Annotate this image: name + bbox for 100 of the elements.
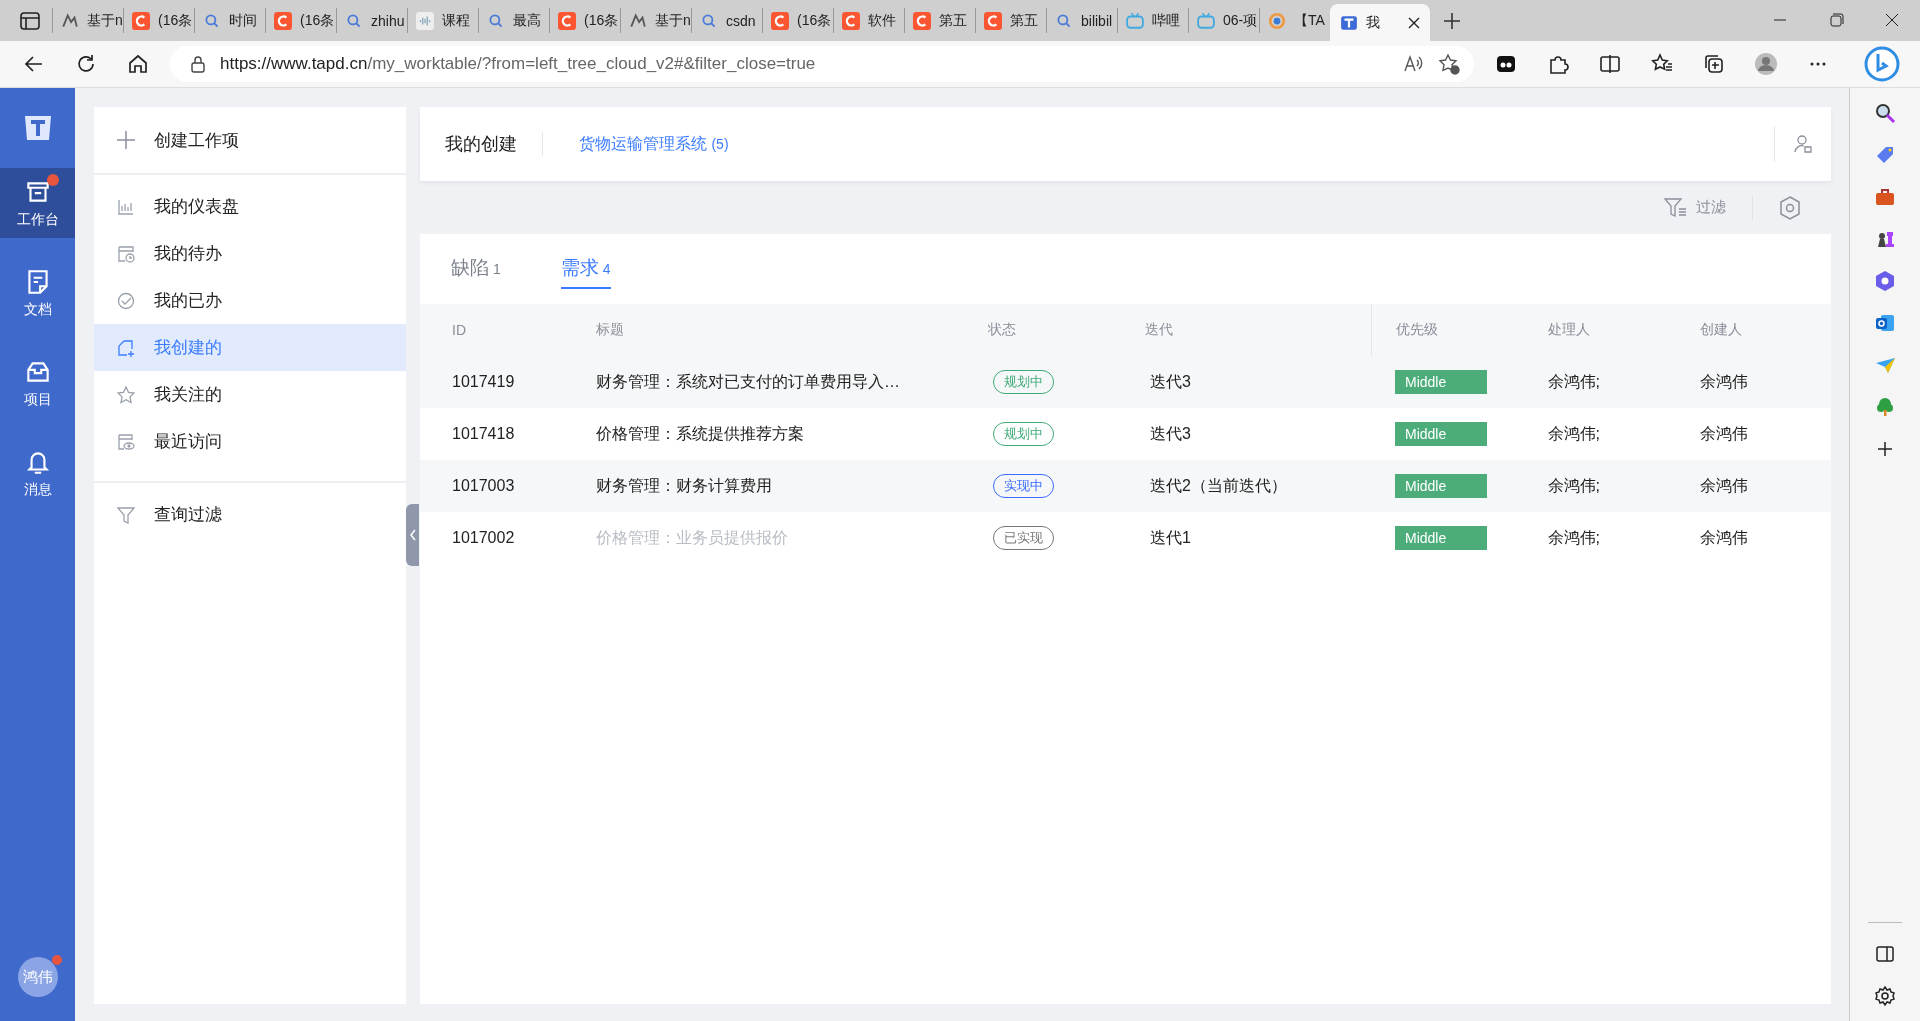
browser-tab[interactable]: (16条 <box>265 8 336 33</box>
star-icon <box>116 384 136 405</box>
nav-item[interactable]: 项目 <box>0 348 75 418</box>
sidebar-item[interactable]: 最近访问 <box>94 418 406 465</box>
collections-icon[interactable] <box>1703 53 1725 75</box>
sidebar-item[interactable]: 我的已办 <box>94 277 406 324</box>
c-logo-icon <box>274 11 292 30</box>
ring-logo-icon <box>1268 11 1286 30</box>
table-cell: 迭代2（当前迭代） <box>1144 460 1371 512</box>
c-logo-icon <box>984 11 1002 30</box>
priority-tag: Middle <box>1395 526 1487 550</box>
plus-icon <box>116 130 136 150</box>
table-cell: 1017003 <box>420 460 595 512</box>
lock-icon <box>190 55 206 73</box>
sidebar-item[interactable]: 我的仪表盘 <box>94 183 406 230</box>
eye-icon <box>116 431 136 452</box>
profile-avatar-icon[interactable] <box>1755 53 1777 75</box>
toolbox-icon[interactable] <box>1874 186 1896 208</box>
user-icon[interactable] <box>1793 134 1813 154</box>
c-logo-icon <box>913 11 931 30</box>
t-logo-icon <box>1340 13 1358 32</box>
browser-tab[interactable]: (16条 <box>123 8 194 33</box>
priority-tag: Middle <box>1395 370 1487 394</box>
table-cell: 余鸿伟 <box>1698 512 1831 564</box>
favorite-add-icon[interactable] <box>1438 53 1460 75</box>
funnel-icon <box>1664 196 1688 219</box>
home-icon[interactable] <box>127 53 149 75</box>
tab[interactable]: 缺陷 1 <box>451 249 501 289</box>
c-logo-icon <box>842 11 860 30</box>
clock-icon <box>116 243 136 264</box>
search-icon[interactable] <box>1874 102 1896 124</box>
browser-tab[interactable]: 我 <box>1330 4 1430 41</box>
project-link[interactable]: 货物运输管理系统 (5) <box>579 133 729 155</box>
puzzle-icon[interactable] <box>1547 53 1569 75</box>
browser-tab[interactable]: 哔哩 <box>1117 8 1188 33</box>
browser-tab[interactable]: csdn <box>691 8 762 33</box>
table-cell: 余鸿伟 <box>1698 356 1831 408</box>
table-cell: 迭代1 <box>1144 512 1371 564</box>
new-tab-icon[interactable] <box>1443 11 1461 30</box>
funnel-icon <box>116 504 136 525</box>
browser-tab[interactable]: bilibil <box>1046 8 1117 33</box>
mail-icon[interactable] <box>1874 312 1896 334</box>
column-header: 标题 <box>595 304 987 356</box>
c-logo-icon <box>771 11 789 30</box>
check-circle-icon <box>116 290 136 311</box>
table-cell: 迭代3 <box>1144 356 1371 408</box>
column-header: 创建人 <box>1698 304 1831 356</box>
browser-tab[interactable]: (16条 <box>549 8 620 33</box>
table-cell: 1017418 <box>420 408 595 460</box>
column-header: 状态 <box>987 304 1144 356</box>
split-screen-icon[interactable] <box>1599 53 1621 75</box>
collapse-handle[interactable] <box>406 503 419 566</box>
refresh-icon[interactable] <box>75 53 97 75</box>
tv-icon <box>1197 11 1215 30</box>
browser-tab[interactable]: (16条 <box>762 8 833 33</box>
browser-tab[interactable]: 软件 <box>833 8 904 33</box>
settings-icon[interactable] <box>1874 985 1896 1007</box>
table-cell: 1017419 <box>420 356 595 408</box>
nav-item[interactable]: 文档 <box>0 258 75 328</box>
browser-tab[interactable]: 时间 <box>194 8 265 33</box>
create-item-button[interactable]: 创建工作项 <box>94 107 406 175</box>
page-title: 我的创建 <box>445 132 543 156</box>
address-bar[interactable]: https://www.tapd.cn/my_worktable/?from=left_tree_cloud_v2#&filter_close=true <box>170 46 1474 82</box>
chevron-left-icon <box>408 528 417 541</box>
table-cell: 余鸿伟; <box>1546 356 1699 408</box>
priority-tag: Middle <box>1395 474 1487 498</box>
table-cell: 余鸿伟 <box>1698 408 1831 460</box>
sidebar-panel-icon[interactable] <box>1874 943 1896 965</box>
browser-tab[interactable]: zhihu <box>336 8 407 33</box>
item-title-link[interactable]: 价格管理：系统提供推荐方案 <box>596 424 804 442</box>
table-cell: 余鸿伟 <box>1698 460 1831 512</box>
nav-item[interactable]: 消息 <box>0 438 75 508</box>
c-logo-icon <box>132 11 150 30</box>
c-logo-icon <box>558 11 576 30</box>
close-icon[interactable] <box>1408 16 1420 29</box>
tab[interactable]: 需求 4 <box>560 249 611 289</box>
column-header: 处理人 <box>1546 304 1699 356</box>
extension-icon[interactable] <box>1495 53 1517 75</box>
table-cell: 1017002 <box>420 512 595 564</box>
browser-tab[interactable]: 基于n <box>52 8 123 33</box>
url-text: https://www.tapd.cn/my_worktable/?from=left_tree_cloud_v2#&filter_close=true <box>220 54 816 74</box>
table-cell: 余鸿伟; <box>1546 460 1699 512</box>
column-header: ID <box>420 304 595 356</box>
browser-tab[interactable]: 06-项 <box>1188 8 1259 33</box>
nav-item[interactable]: 工作台 <box>0 168 75 238</box>
browser-tab[interactable]: 第五 <box>975 8 1046 33</box>
browser-tab[interactable]: 最高 <box>478 8 549 33</box>
sidebar-item[interactable]: 我的待办 <box>94 230 406 277</box>
tree-icon[interactable] <box>1874 396 1896 418</box>
tv-icon <box>1126 11 1144 30</box>
audio-wave-icon <box>416 11 434 30</box>
sidebar-item[interactable]: 查询过滤 <box>94 491 406 538</box>
browser-tab[interactable]: 基于n <box>620 8 691 33</box>
table-cell: 余鸿伟; <box>1546 408 1699 460</box>
tab-actions-icon[interactable] <box>20 11 40 30</box>
browser-tab[interactable]: 课程 <box>407 8 478 33</box>
browser-tab[interactable]: 第五 <box>904 8 975 33</box>
hexagon-logo-icon[interactable] <box>1874 270 1896 292</box>
sidebar-item[interactable]: 我关注的 <box>94 371 406 418</box>
item-title-link[interactable]: 财务管理：财务计算费用 <box>596 476 772 494</box>
